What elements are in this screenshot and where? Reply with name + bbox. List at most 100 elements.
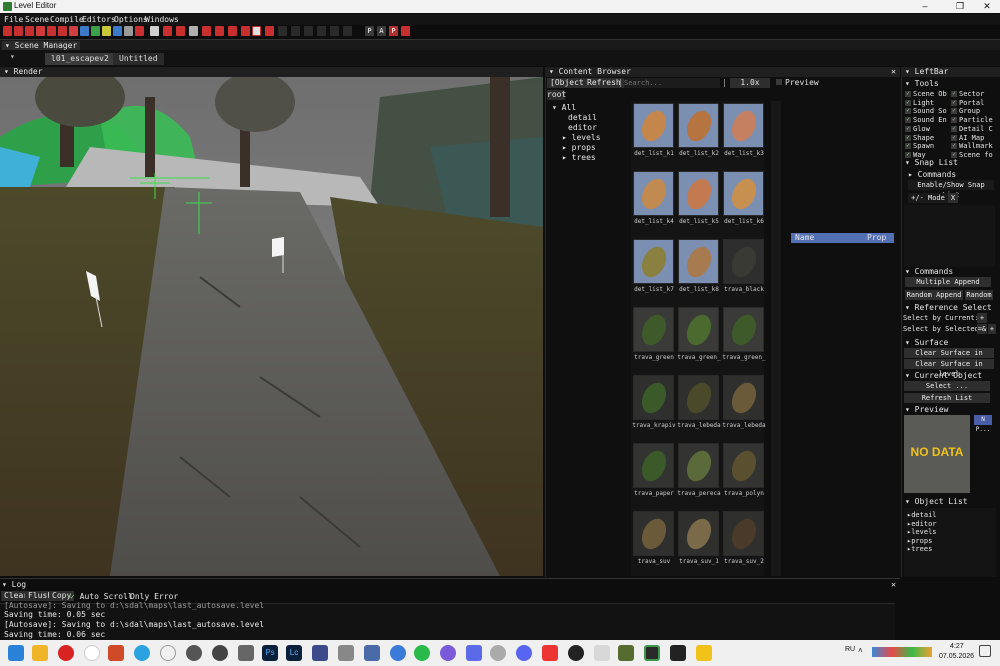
- tool-icon[interactable]: [317, 26, 326, 36]
- tool-icon[interactable]: [265, 26, 274, 36]
- content-item-thumbnail[interactable]: [678, 375, 719, 420]
- tool-toggle[interactable]: ✓ Sound En: [905, 116, 947, 124]
- menu-compile[interactable]: Compile: [50, 15, 84, 24]
- tool-icon[interactable]: [215, 26, 224, 36]
- browser-icon[interactable]: [390, 645, 406, 661]
- tool-icon[interactable]: [304, 26, 313, 36]
- only-error-checkbox[interactable]: Only Error: [130, 592, 178, 601]
- search-input[interactable]: [624, 78, 720, 88]
- content-item-thumbnail[interactable]: [633, 171, 674, 216]
- tool-toggle[interactable]: ✓ Group: [951, 107, 980, 115]
- tool-icon[interactable]: [14, 26, 23, 36]
- close-window-button[interactable]: ✕: [972, 0, 1000, 13]
- menu-file[interactable]: File: [4, 15, 23, 24]
- app-icon-yellow[interactable]: [696, 645, 712, 661]
- tree-item-props[interactable]: ▸ props: [562, 143, 596, 152]
- clock-date[interactable]: 07.05.2026: [939, 653, 974, 660]
- tool-icon[interactable]: [69, 26, 78, 36]
- tool-icon[interactable]: [189, 26, 198, 36]
- tool-icon[interactable]: [91, 26, 100, 36]
- xray-icon[interactable]: [618, 645, 634, 661]
- content-item-thumbnail[interactable]: [633, 307, 674, 352]
- tool-icon[interactable]: [278, 26, 287, 36]
- tree-item-levels[interactable]: ▸ levels: [562, 133, 601, 142]
- tool-toggle[interactable]: ✓ Sound So: [905, 107, 947, 115]
- random-append-button[interactable]: Random Append: [905, 290, 963, 300]
- preview-side-button[interactable]: N P...: [974, 415, 992, 433]
- content-item-thumbnail[interactable]: [723, 375, 764, 420]
- tool-toggle[interactable]: ✓ Spawn: [905, 142, 934, 150]
- content-item-thumbnail[interactable]: [723, 443, 764, 488]
- tool-toggle[interactable]: ✓ Sector: [951, 90, 984, 98]
- object-list-item[interactable]: ▸trees: [907, 545, 932, 553]
- tool-toggle[interactable]: ✓ Wallmark: [951, 142, 993, 150]
- tool-icon[interactable]: [202, 26, 211, 36]
- viber-icon[interactable]: [440, 645, 456, 661]
- tool-icon[interactable]: [80, 26, 89, 36]
- tool-toggle[interactable]: ✓ AI Map: [951, 134, 984, 142]
- toolbar-p-button[interactable]: P: [365, 26, 374, 36]
- grid-scrollbar[interactable]: [771, 101, 781, 576]
- tool-icon[interactable]: [330, 26, 339, 36]
- tool-toggle[interactable]: ✓ Detail C: [951, 125, 993, 133]
- opera-icon[interactable]: [58, 645, 74, 661]
- tool-icon[interactable]: [291, 26, 300, 36]
- clock-time[interactable]: 4:27: [950, 643, 964, 650]
- obs-icon[interactable]: [212, 645, 228, 661]
- tab-untitled[interactable]: Untitled: [113, 53, 164, 65]
- tool-icon[interactable]: [25, 26, 34, 36]
- tool-icon[interactable]: [241, 26, 250, 36]
- tool-toggle[interactable]: ✓ Portal: [951, 99, 984, 107]
- tool-icon[interactable]: [176, 26, 185, 36]
- content-item-thumbnail[interactable]: [723, 103, 764, 148]
- photoshop-icon[interactable]: Ps: [262, 645, 278, 661]
- toolbar-p2-button[interactable]: P: [389, 26, 398, 36]
- tool-toggle[interactable]: ✓ Glow: [905, 125, 930, 133]
- tree-item-trees[interactable]: ▸ trees: [562, 153, 596, 162]
- content-item-thumbnail[interactable]: [678, 239, 719, 284]
- clock-icon[interactable]: [160, 645, 176, 661]
- object-list-item[interactable]: ▸levels: [907, 528, 937, 536]
- whatsapp-icon[interactable]: [414, 645, 430, 661]
- content-item-thumbnail[interactable]: [678, 171, 719, 216]
- zoom-value[interactable]: 1.0x: [730, 78, 770, 88]
- menu-editors[interactable]: Editors: [82, 15, 116, 24]
- clear-surface-select-button[interactable]: Clear Surface in select: [904, 348, 994, 367]
- content-item-thumbnail[interactable]: [723, 511, 764, 556]
- file-explorer-icon[interactable]: [32, 645, 48, 661]
- yandex-icon[interactable]: [84, 645, 100, 661]
- app-icon-red[interactable]: [542, 645, 558, 661]
- lightroom-icon[interactable]: Lc: [286, 645, 302, 661]
- app-icon-light[interactable]: [594, 645, 610, 661]
- tool-icon[interactable]: [150, 26, 159, 36]
- tool-icon[interactable]: [102, 26, 111, 36]
- select-by-current-plus[interactable]: +: [977, 313, 987, 323]
- tool-icon[interactable]: [47, 26, 56, 36]
- tool-toggle[interactable]: ✓ Shape: [905, 134, 934, 142]
- tool-icon[interactable]: [36, 26, 45, 36]
- object-list-item[interactable]: ▸editor: [907, 520, 937, 528]
- tab-dropdown-icon[interactable]: ▾: [10, 52, 15, 61]
- content-item-thumbnail[interactable]: [633, 375, 674, 420]
- tool-icon[interactable]: [343, 26, 352, 36]
- tool-toggle[interactable]: ✓ Light: [905, 99, 934, 107]
- preview-checkbox[interactable]: Preview: [776, 78, 819, 87]
- tool-icon[interactable]: [3, 26, 12, 36]
- tray-chevron-icon[interactable]: ˄: [858, 646, 863, 655]
- select-by-selected-minus[interactable]: =&: [977, 324, 987, 334]
- windows-start-icon[interactable]: [8, 645, 24, 661]
- tool-toggle[interactable]: ✓ Particle: [951, 116, 993, 124]
- app-icon-shield[interactable]: [490, 645, 506, 661]
- tree-item-all[interactable]: ▾ All: [552, 103, 576, 112]
- root-breadcrumb[interactable]: root: [547, 90, 566, 100]
- tool-icon[interactable]: [124, 26, 133, 36]
- object-list-item[interactable]: ▸props: [907, 537, 932, 545]
- unity-icon[interactable]: [238, 645, 254, 661]
- mode-x-button[interactable]: X: [948, 193, 958, 203]
- auto-scroll-checkbox[interactable]: ✓ Auto Scroll: [70, 592, 133, 601]
- tree-item-editor[interactable]: editor: [568, 123, 597, 132]
- tree-item-detail[interactable]: detail: [568, 113, 597, 122]
- enable-snap-button[interactable]: Enable/Show Snap List: [908, 180, 994, 199]
- close-content-browser-icon[interactable]: ✕: [891, 67, 896, 77]
- language-indicator[interactable]: RU: [845, 646, 855, 653]
